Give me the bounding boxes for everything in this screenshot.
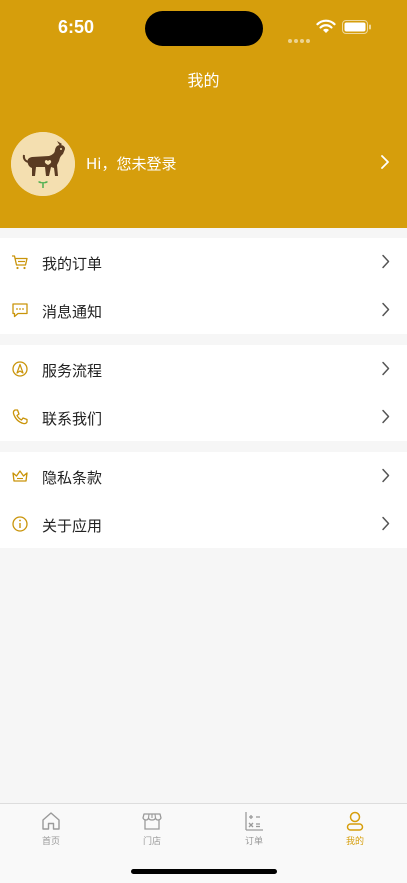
menu-item-service-process[interactable]: 服务流程	[0, 345, 407, 393]
menu-label: 隐私条款	[42, 469, 103, 487]
menu-item-my-orders[interactable]: 我的订单	[0, 238, 407, 286]
tab-store[interactable]: 门店	[122, 810, 182, 847]
tab-home[interactable]: 首页	[21, 810, 81, 847]
menu-group-about: 隐私条款 关于应用	[0, 452, 407, 548]
menu-item-about-app[interactable]: 关于应用	[0, 500, 407, 548]
chevron-right-icon	[382, 409, 390, 424]
chevron-right-icon	[382, 361, 390, 376]
crown-icon	[12, 470, 28, 482]
chevron-right-icon	[382, 468, 390, 483]
menu-label: 我的订单	[42, 255, 103, 273]
dynamic-island	[145, 11, 263, 46]
wifi-icon	[316, 19, 336, 33]
menu-label: 联系我们	[42, 410, 103, 428]
compass-icon	[12, 361, 28, 377]
dog-avatar-icon	[11, 132, 75, 196]
chevron-right-icon	[382, 302, 390, 317]
login-row[interactable]: Hi，您未登录	[0, 128, 407, 196]
cart-icon	[12, 255, 28, 270]
menu-label: 关于应用	[42, 517, 103, 535]
menu-item-privacy[interactable]: 隐私条款	[0, 452, 407, 500]
menu-group-orders: 我的订单 消息通知	[0, 238, 407, 334]
status-bar: 6:50	[0, 0, 407, 56]
phone-icon	[12, 409, 28, 425]
menu-label: 消息通知	[42, 303, 103, 321]
menu-item-notifications[interactable]: 消息通知	[0, 286, 407, 334]
home-indicator	[131, 869, 277, 874]
status-time: 6:50	[58, 17, 95, 37]
tab-label: 订单	[244, 837, 263, 847]
battery-icon	[342, 20, 371, 34]
tab-mine[interactable]: 我的	[325, 810, 385, 847]
message-icon	[12, 303, 28, 318]
menu-group-service: 服务流程 联系我们	[0, 345, 407, 441]
menu-label: 服务流程	[42, 362, 103, 380]
home-icon	[42, 812, 60, 830]
page-title: 我的	[187, 71, 220, 90]
chevron-right-icon	[381, 155, 389, 169]
person-icon	[346, 811, 364, 831]
tab-label: 我的	[345, 837, 364, 847]
store-icon	[142, 813, 162, 830]
calculator-icon	[245, 812, 263, 831]
signal-icon	[288, 28, 312, 47]
chevron-right-icon	[382, 516, 390, 531]
tab-orders[interactable]: 订单	[224, 810, 284, 847]
info-icon	[12, 516, 28, 532]
tab-label: 首页	[41, 837, 60, 847]
chevron-right-icon	[382, 254, 390, 269]
login-prompt: Hi，您未登录	[86, 155, 177, 173]
tab-label: 门店	[142, 837, 161, 847]
profile-header: 6:50 我的 Hi，您未登录	[0, 0, 407, 228]
avatar[interactable]	[11, 132, 75, 196]
menu-item-contact-us[interactable]: 联系我们	[0, 393, 407, 441]
